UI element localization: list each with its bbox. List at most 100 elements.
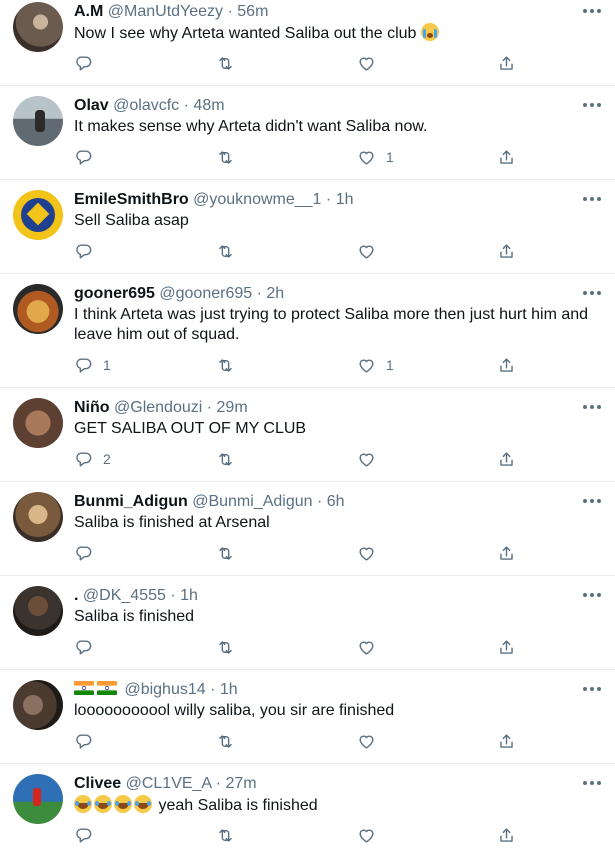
tears-of-joy-icon bbox=[134, 795, 152, 813]
tweet-header: A.M @ManUtdYeezy · 56m bbox=[74, 3, 269, 20]
tweet-actions bbox=[74, 637, 524, 657]
more-options-icon[interactable] bbox=[583, 592, 603, 598]
like-icon bbox=[359, 245, 374, 259]
share-icon bbox=[500, 451, 513, 466]
tweet-header: Bunmi_Adigun @Bunmi_Adigun · 6h bbox=[74, 493, 345, 510]
display-name[interactable]: EmileSmithBro bbox=[74, 191, 189, 208]
timestamp[interactable]: 1h bbox=[180, 587, 198, 604]
username[interactable]: @Glendouzi bbox=[114, 399, 202, 416]
username[interactable]: @bighus14 bbox=[124, 681, 205, 698]
retweet-button[interactable] bbox=[216, 731, 235, 751]
retweet-button[interactable] bbox=[216, 449, 235, 469]
timestamp[interactable]: 6h bbox=[327, 493, 345, 510]
display-name[interactable]: A.M bbox=[74, 3, 103, 20]
avatar[interactable] bbox=[13, 190, 63, 240]
timestamp[interactable]: 48m bbox=[193, 97, 224, 114]
share-button[interactable] bbox=[497, 355, 516, 375]
username[interactable]: @gooner695 bbox=[159, 285, 252, 302]
avatar[interactable] bbox=[13, 680, 63, 730]
like-icon bbox=[359, 151, 374, 165]
timestamp[interactable]: 56m bbox=[237, 3, 268, 20]
timestamp[interactable]: 1h bbox=[336, 191, 354, 208]
avatar[interactable] bbox=[13, 492, 63, 542]
display-name[interactable]: Clivee bbox=[74, 775, 121, 792]
like-button[interactable] bbox=[357, 731, 386, 751]
display-name[interactable]: . bbox=[74, 587, 78, 604]
username[interactable]: @Bunmi_Adigun bbox=[192, 493, 312, 510]
avatar[interactable] bbox=[13, 586, 63, 636]
retweet-button[interactable] bbox=[216, 241, 235, 261]
like-button[interactable]: 1 bbox=[357, 355, 394, 375]
share-button[interactable] bbox=[497, 449, 516, 469]
tweet-item[interactable]: . @DK_4555 · 1h Saliba is finished bbox=[0, 576, 615, 670]
reply-button[interactable]: 2 bbox=[74, 449, 111, 469]
username[interactable]: @olavcfc bbox=[113, 97, 179, 114]
tweet-item[interactable]: gooner695 @gooner695 · 2h I think Arteta… bbox=[0, 274, 615, 388]
timestamp[interactable]: 1h bbox=[220, 681, 238, 698]
avatar[interactable] bbox=[13, 774, 63, 824]
more-options-icon[interactable] bbox=[583, 196, 603, 202]
reply-icon bbox=[76, 357, 92, 373]
reply-button[interactable] bbox=[74, 543, 103, 563]
more-options-icon[interactable] bbox=[583, 8, 603, 14]
like-button[interactable]: 1 bbox=[357, 147, 394, 167]
tweet-item[interactable]: @bighus14 · 1h looooooooool willy saliba… bbox=[0, 670, 615, 764]
more-options-icon[interactable] bbox=[583, 780, 603, 786]
share-button[interactable] bbox=[497, 147, 516, 167]
reply-button[interactable] bbox=[74, 731, 103, 751]
avatar[interactable] bbox=[13, 284, 63, 334]
share-button[interactable] bbox=[497, 543, 516, 563]
share-button[interactable] bbox=[497, 637, 516, 657]
display-name[interactable]: gooner695 bbox=[74, 285, 155, 302]
username[interactable]: @ManUtdYeezy bbox=[108, 3, 223, 20]
retweet-button[interactable] bbox=[216, 825, 235, 845]
tweet-item[interactable]: EmileSmithBro @youknowme__1 · 1h Sell Sa… bbox=[0, 180, 615, 274]
reply-button[interactable] bbox=[74, 637, 103, 657]
share-button[interactable] bbox=[497, 241, 516, 261]
retweet-button[interactable] bbox=[216, 147, 235, 167]
reply-button[interactable]: 1 bbox=[74, 355, 111, 375]
share-button[interactable] bbox=[497, 731, 516, 751]
tweet-item[interactable]: Niño @Glendouzi · 29m GET SALIBA OUT OF … bbox=[0, 388, 615, 482]
more-options-icon[interactable] bbox=[583, 686, 603, 692]
reply-button[interactable] bbox=[74, 147, 103, 167]
tweet-header: Clivee @CL1VE_A · 27m bbox=[74, 775, 257, 792]
retweet-button[interactable] bbox=[216, 355, 235, 375]
timestamp[interactable]: 29m bbox=[217, 399, 248, 416]
reply-button[interactable] bbox=[74, 825, 103, 845]
avatar[interactable] bbox=[13, 96, 63, 146]
tweet-item[interactable]: Olav @olavcfc · 48m It makes sense why A… bbox=[0, 86, 615, 180]
display-name[interactable]: Niño bbox=[74, 399, 110, 416]
avatar[interactable] bbox=[13, 398, 63, 448]
avatar[interactable] bbox=[13, 2, 63, 52]
tweet-item[interactable]: Clivee @CL1VE_A · 27m yeah Saliba is fin… bbox=[0, 764, 615, 858]
like-button[interactable] bbox=[357, 241, 386, 261]
like-icon bbox=[359, 359, 374, 373]
tweet-item[interactable]: Bunmi_Adigun @Bunmi_Adigun · 6h Saliba i… bbox=[0, 482, 615, 576]
share-button[interactable] bbox=[497, 825, 516, 845]
like-button[interactable] bbox=[357, 449, 386, 469]
india-flag-icon bbox=[74, 681, 94, 695]
like-button[interactable] bbox=[357, 825, 386, 845]
display-name[interactable]: Bunmi_Adigun bbox=[74, 493, 188, 510]
more-options-icon[interactable] bbox=[583, 498, 603, 504]
reply-button[interactable] bbox=[74, 53, 103, 73]
retweet-button[interactable] bbox=[216, 637, 235, 657]
timestamp[interactable]: 2h bbox=[266, 285, 284, 302]
tweet-item[interactable]: A.M @ManUtdYeezy · 56m Now I see why Art… bbox=[0, 0, 615, 86]
retweet-button[interactable] bbox=[216, 53, 235, 73]
more-options-icon[interactable] bbox=[583, 290, 603, 296]
display-name[interactable]: Olav bbox=[74, 97, 109, 114]
timestamp[interactable]: 27m bbox=[225, 775, 256, 792]
more-options-icon[interactable] bbox=[583, 404, 603, 410]
like-button[interactable] bbox=[357, 543, 386, 563]
username[interactable]: @CL1VE_A bbox=[126, 775, 212, 792]
like-button[interactable] bbox=[357, 637, 386, 657]
share-button[interactable] bbox=[497, 53, 516, 73]
more-options-icon[interactable] bbox=[583, 102, 603, 108]
retweet-button[interactable] bbox=[216, 543, 235, 563]
reply-button[interactable] bbox=[74, 241, 103, 261]
like-button[interactable] bbox=[357, 53, 386, 73]
username[interactable]: @DK_4555 bbox=[83, 587, 166, 604]
username[interactable]: @youknowme__1 bbox=[193, 191, 321, 208]
